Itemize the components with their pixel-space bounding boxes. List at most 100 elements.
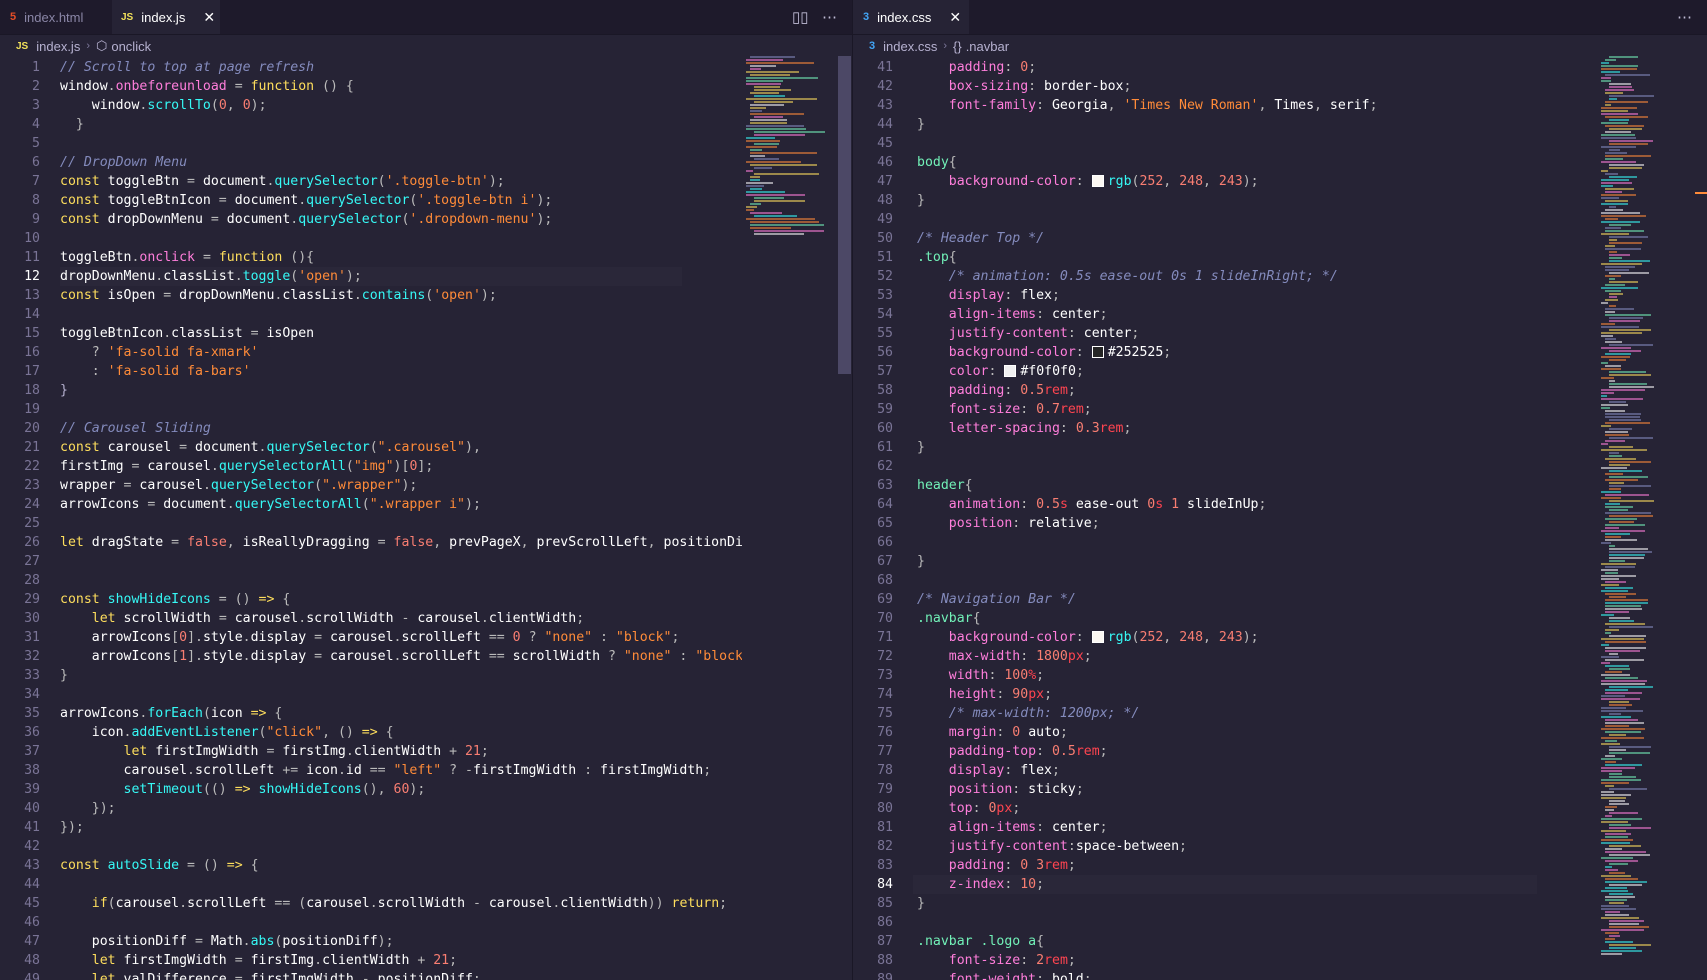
code-line[interactable]: 48} [853,191,1707,210]
code-line[interactable]: 18} [0,381,852,400]
code-line[interactable]: 71 background-color: rgb(252, 248, 243); [853,628,1707,647]
minimap[interactable] [742,56,838,980]
breadcrumb-file[interactable]: index.js [36,39,80,54]
code-line[interactable]: 48 let firstImgWidth = firstImg.clientWi… [0,951,852,970]
color-swatch[interactable] [1091,346,1104,358]
code-editor-js[interactable]: 1 // Scroll to top at page refresh 2 window… [0,56,852,980]
code-line[interactable]: 5 [0,134,852,153]
code-line[interactable]: 89 font-weight: bold; [853,970,1707,980]
code-line[interactable]: 87 .navbar .logo a{ [853,932,1707,951]
color-swatch[interactable] [1004,365,1017,377]
code-line[interactable]: 49 let valDifference = firstImgWidth - p… [0,970,852,980]
code-line[interactable]: 83 padding: 0 3rem; [853,856,1707,875]
code-line[interactable]: 79 position: sticky; [853,780,1707,799]
code-line[interactable]: 44} [853,115,1707,134]
code-line[interactable]: 70 .navbar{ [853,609,1707,628]
code-line[interactable]: 88 font-size: 2rem; [853,951,1707,970]
code-line[interactable]: 22 firstImg = carousel.querySelectorAll("… [0,457,852,476]
code-line[interactable]: 53 display: flex; [853,286,1707,305]
code-line[interactable]: 24 arrowIcons = document.querySelectorAll… [0,495,852,514]
code-line[interactable]: 33} [0,666,852,685]
code-line[interactable]: 7 const toggleBtn = document.querySelecto… [0,172,852,191]
code-line[interactable]: 34 [0,685,852,704]
split-editor-icon[interactable]: ▯▯ [792,0,809,34]
code-line[interactable]: 66 [853,533,1707,552]
code-line[interactable]: 3 window.scrollTo(0, 0); [0,96,852,115]
code-line[interactable]: 4 } [0,115,852,134]
code-line[interactable]: 60 letter-spacing: 0.3rem; [853,419,1707,438]
more-actions-icon[interactable]: ⋯ [1677,0,1692,34]
code-line[interactable]: 42 box-sizing: border-box; [853,77,1707,96]
code-line[interactable]: 13 const isOpen = dropDownMenu.classList.… [0,286,852,305]
code-line[interactable]: 86 [853,913,1707,932]
code-line[interactable]: 72 max-width: 1800px; [853,647,1707,666]
code-line[interactable]: 56 background-color: #252525; [853,343,1707,362]
code-line[interactable]: 63 header{ [853,476,1707,495]
code-line[interactable]: 80 top: 0px; [853,799,1707,818]
code-line[interactable]: 42 [0,837,852,856]
code-line[interactable]: 25 [0,514,852,533]
code-line[interactable]: 21 const carousel = document.querySelecto… [0,438,852,457]
breadcrumb-symbol[interactable]: onclick [111,39,151,54]
code-line[interactable]: 55 justify-content: center; [853,324,1707,343]
code-line[interactable]: 68 [853,571,1707,590]
code-line[interactable]: 28 [0,571,852,590]
code-line[interactable]: 62 [853,457,1707,476]
code-line[interactable]: 9 const dropDownMenu = document.querySele… [0,210,852,229]
code-line[interactable]: 67} [853,552,1707,571]
code-line[interactable]: 57 color: #f0f0f0; [853,362,1707,381]
code-line[interactable]: 39 setTimeout(() => showHideIcons(), 60)… [0,780,852,799]
code-line[interactable]: 43 const autoSlide = () => { [0,856,852,875]
close-tab-icon[interactable]: ✕ [949,9,961,26]
code-line[interactable]: 8 const toggleBtnIcon = document.querySel… [0,191,852,210]
code-line[interactable]: 11 toggleBtn.onclick = function (){ [0,248,852,267]
code-line[interactable]: 75 /* max-width: 1200px; */ [853,704,1707,723]
tab-index-html[interactable]: 5 index.html [0,0,112,34]
code-line[interactable]: 27 [0,552,852,571]
code-line[interactable]: 59 font-size: 0.7rem; [853,400,1707,419]
code-line[interactable]: 2 window.onbeforeunload = function () { [0,77,852,96]
code-line[interactable]: 14 [0,305,852,324]
tab-index-css[interactable]: 3 index.css ✕ [853,0,969,34]
code-line[interactable]: 47 background-color: rgb(252, 248, 243); [853,172,1707,191]
code-line[interactable]: 41 padding: 0; [853,58,1707,77]
color-swatch[interactable] [1091,631,1104,643]
code-line[interactable]: 61} [853,438,1707,457]
breadcrumb-symbol[interactable]: .navbar [966,39,1009,54]
code-line[interactable]: 1 // Scroll to top at page refresh [0,58,852,77]
code-line[interactable]: 51 .top{ [853,248,1707,267]
more-actions-icon[interactable]: ⋯ [822,0,837,34]
code-line[interactable]: 45 if(carousel.scrollLeft == (carousel.s… [0,894,852,913]
code-line[interactable]: 58 padding: 0.5rem; [853,381,1707,400]
tab-index-js[interactable]: JS index.js ✕ [112,0,220,34]
color-swatch[interactable] [1091,175,1104,187]
code-line[interactable]: 35 arrowIcons.forEach(icon => { [0,704,852,723]
code-line[interactable]: 65 position: relative; [853,514,1707,533]
code-line[interactable]: 32 arrowIcons[1].style.display = carouse… [0,647,852,666]
code-line[interactable]: 78 display: flex; [853,761,1707,780]
code-line[interactable]: 54 align-items: center; [853,305,1707,324]
code-line[interactable]: 46 body{ [853,153,1707,172]
minimap[interactable] [1597,56,1693,980]
code-line[interactable]: 16 ? 'fa-solid fa-xmark' [0,343,852,362]
code-line[interactable]: 73 width: 100%; [853,666,1707,685]
code-line[interactable]: 37 let firstImgWidth = firstImg.clientWi… [0,742,852,761]
code-line[interactable]: 6 // DropDown Menu [0,153,852,172]
code-line[interactable]: 77 padding-top: 0.5rem; [853,742,1707,761]
code-line[interactable]: 23 wrapper = carousel.querySelector(".wra… [0,476,852,495]
code-line[interactable]: 46 [0,913,852,932]
code-line[interactable]: 84 z-index: 10; [853,875,1707,894]
code-line[interactable]: 12 dropDownMenu.classList.toggle('open'); [0,267,852,286]
code-line[interactable]: 50 /* Header Top */ [853,229,1707,248]
code-line[interactable]: 64 animation: 0.5s ease-out 0s 1 slideIn… [853,495,1707,514]
code-line[interactable]: 69 /* Navigation Bar */ [853,590,1707,609]
code-line[interactable]: 47 positionDiff = Math.abs(positionDiff)… [0,932,852,951]
code-line[interactable]: 15 toggleBtnIcon.classList = isOpen [0,324,852,343]
code-line[interactable]: 81 align-items: center; [853,818,1707,837]
code-line[interactable]: 31 arrowIcons[0].style.display = carouse… [0,628,852,647]
code-line[interactable]: 36 icon.addEventListener("click", () => … [0,723,852,742]
code-line[interactable]: 52 /* animation: 0.5s ease-out 0s 1 slid… [853,267,1707,286]
code-line[interactable]: 26 let dragState = false, isReallyDraggin… [0,533,852,552]
code-line[interactable]: 29 const showHideIcons = () => { [0,590,852,609]
code-line[interactable]: 20 // Carousel Sliding [0,419,852,438]
